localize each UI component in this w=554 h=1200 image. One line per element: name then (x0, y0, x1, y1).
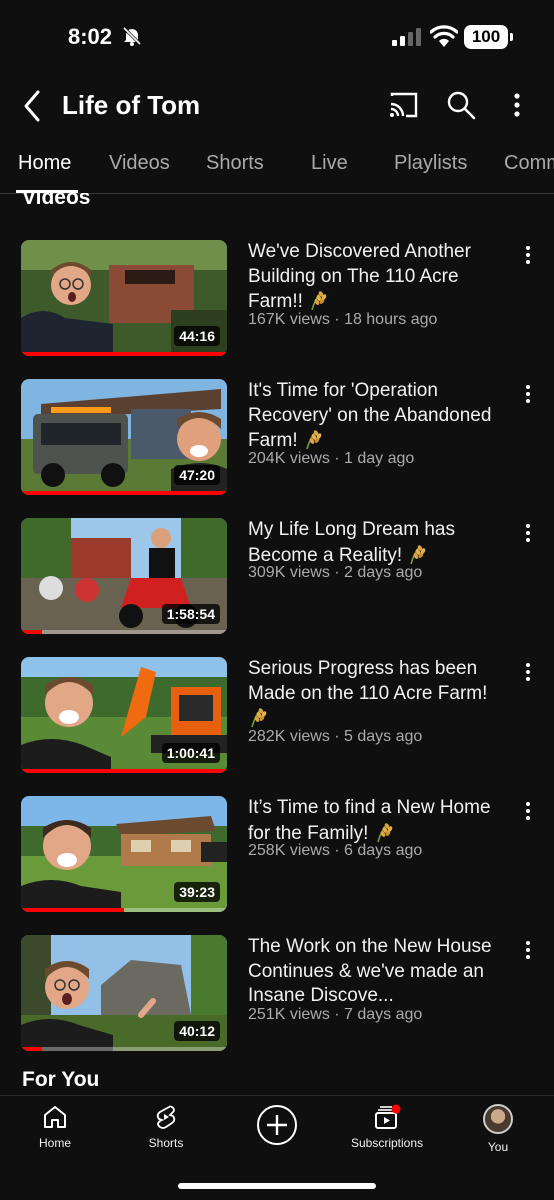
video-item[interactable]: 39:23 It’s Time to find a New Home for t… (0, 796, 554, 916)
video-meta: 251K views · 7 days ago (248, 1006, 423, 1023)
back-icon[interactable] (16, 86, 48, 126)
watch-progress-track (21, 491, 227, 495)
video-more-icon[interactable] (520, 522, 536, 544)
tab-live[interactable]: Live (311, 152, 348, 175)
status-bar: 8:02 100 (0, 0, 554, 70)
video-thumbnail[interactable]: 40:12 (21, 935, 227, 1051)
tab-playlists[interactable]: Playlists (394, 152, 467, 175)
video-thumbnail[interactable]: 39:23 (21, 796, 227, 912)
nav-label-subscriptions: Subscriptions (350, 1136, 424, 1150)
shorts-icon (156, 1105, 176, 1129)
channel-header: Life of Tom (0, 70, 554, 140)
cast-icon[interactable] (388, 90, 420, 120)
video-item[interactable]: 47:20 It's Time for 'Operation Recovery'… (0, 379, 554, 499)
avatar (483, 1104, 513, 1134)
nav-label-home: Home (38, 1136, 71, 1150)
video-more-icon[interactable] (520, 661, 536, 683)
video-item[interactable]: 1:58:54 My Life Long Dream has Become a … (0, 518, 554, 638)
signal-icon (392, 28, 421, 46)
video-meta: 258K views · 6 days ago (248, 842, 423, 859)
nav-label-you: You (487, 1140, 509, 1154)
video-title-text: The Work on the New House Continues & we… (248, 936, 492, 1006)
video-title[interactable]: Serious Progress has been Made on the 11… (248, 657, 504, 732)
video-meta: 282K views · 5 days ago (248, 728, 423, 745)
video-duration: 47:20 (174, 465, 220, 485)
tab-community[interactable]: Comm (504, 152, 554, 175)
status-time: 8:02 (68, 24, 113, 49)
watch-progress-track (21, 769, 227, 773)
crop-emoji-icon (308, 289, 330, 311)
video-title[interactable]: The Work on the New House Continues & we… (248, 935, 504, 1009)
video-duration: 39:23 (174, 882, 220, 902)
wifi-icon (430, 25, 458, 47)
video-meta: 309K views · 2 days ago (248, 564, 423, 581)
channel-tabs: Home Videos Shorts Live Playlists Comm (0, 140, 554, 194)
watch-progress-track (21, 908, 227, 912)
video-title[interactable]: It’s Time to find a New Home for the Fam… (248, 796, 504, 846)
video-title[interactable]: My Life Long Dream has Become a Reality! (248, 518, 504, 568)
video-thumbnail[interactable]: 44:16 (21, 240, 227, 356)
crop-emoji-icon (407, 543, 429, 565)
watch-progress-track (21, 630, 227, 634)
nav-you[interactable]: You (448, 1104, 548, 1154)
video-duration: 1:58:54 (161, 604, 220, 624)
watch-progress-fill (21, 491, 227, 495)
video-more-icon[interactable] (520, 383, 536, 405)
battery-indicator: 100 (464, 25, 513, 49)
video-title-text: Serious Progress has been Made on the 11… (248, 658, 488, 704)
watch-progress-track (21, 352, 227, 356)
channel-title: Life of Tom (62, 90, 201, 120)
search-icon[interactable] (446, 90, 476, 120)
video-thumbnail[interactable]: 1:58:54 (21, 518, 227, 634)
watch-progress-fill (21, 630, 42, 634)
video-more-icon[interactable] (520, 244, 536, 266)
video-more-icon[interactable] (520, 939, 536, 961)
video-thumbnail[interactable]: 47:20 (21, 379, 227, 495)
nav-label-shorts: Shorts (148, 1136, 184, 1150)
watch-progress-fill (21, 908, 124, 912)
video-meta: 204K views · 1 day ago (248, 450, 415, 467)
video-item[interactable]: 1:00:41 Serious Progress has been Made o… (0, 657, 554, 777)
home-icon (44, 1106, 66, 1128)
video-item[interactable]: 44:16 We've Discovered Another Building … (0, 240, 554, 360)
video-item[interactable]: 40:12 The Work on the New House Continue… (0, 935, 554, 1055)
video-title-text: We've Discovered Another Building on The… (248, 241, 471, 312)
video-title-text: It's Time for 'Operation Recovery' on th… (248, 380, 492, 451)
video-duration: 1:00:41 (161, 743, 220, 763)
nav-shorts[interactable]: Shorts (116, 1104, 216, 1150)
video-more-icon[interactable] (520, 800, 536, 822)
watch-progress-fill (21, 769, 227, 773)
video-duration: 44:16 (174, 326, 220, 346)
tab-home[interactable]: Home (18, 152, 71, 175)
video-thumbnail[interactable]: 1:00:41 (21, 657, 227, 773)
nav-subscriptions[interactable]: Subscriptions (337, 1104, 437, 1150)
video-title-text: It’s Time to find a New Home for the Fam… (248, 797, 491, 844)
crop-emoji-icon (374, 821, 396, 843)
crop-emoji-icon (303, 428, 325, 450)
nav-home[interactable]: Home (5, 1104, 105, 1150)
tab-videos[interactable]: Videos (109, 152, 170, 175)
more-options-icon[interactable] (506, 90, 528, 120)
video-meta: 167K views · 18 hours ago (248, 311, 438, 328)
watch-progress-fill (21, 1047, 42, 1051)
section-title-for-you: For You (22, 1068, 100, 1091)
bell-off-icon (122, 26, 142, 46)
video-title[interactable]: We've Discovered Another Building on The… (248, 240, 504, 315)
watch-progress-track (21, 1047, 227, 1051)
crop-emoji-icon (248, 706, 270, 728)
active-tab-indicator (16, 190, 78, 193)
tab-shorts[interactable]: Shorts (206, 152, 264, 175)
video-title[interactable]: It's Time for 'Operation Recovery' on th… (248, 379, 504, 454)
home-indicator (178, 1183, 376, 1189)
watch-progress-fill (21, 352, 227, 356)
subscriptions-icon (375, 1104, 401, 1129)
video-duration: 40:12 (174, 1021, 220, 1041)
create-icon[interactable] (256, 1104, 298, 1146)
